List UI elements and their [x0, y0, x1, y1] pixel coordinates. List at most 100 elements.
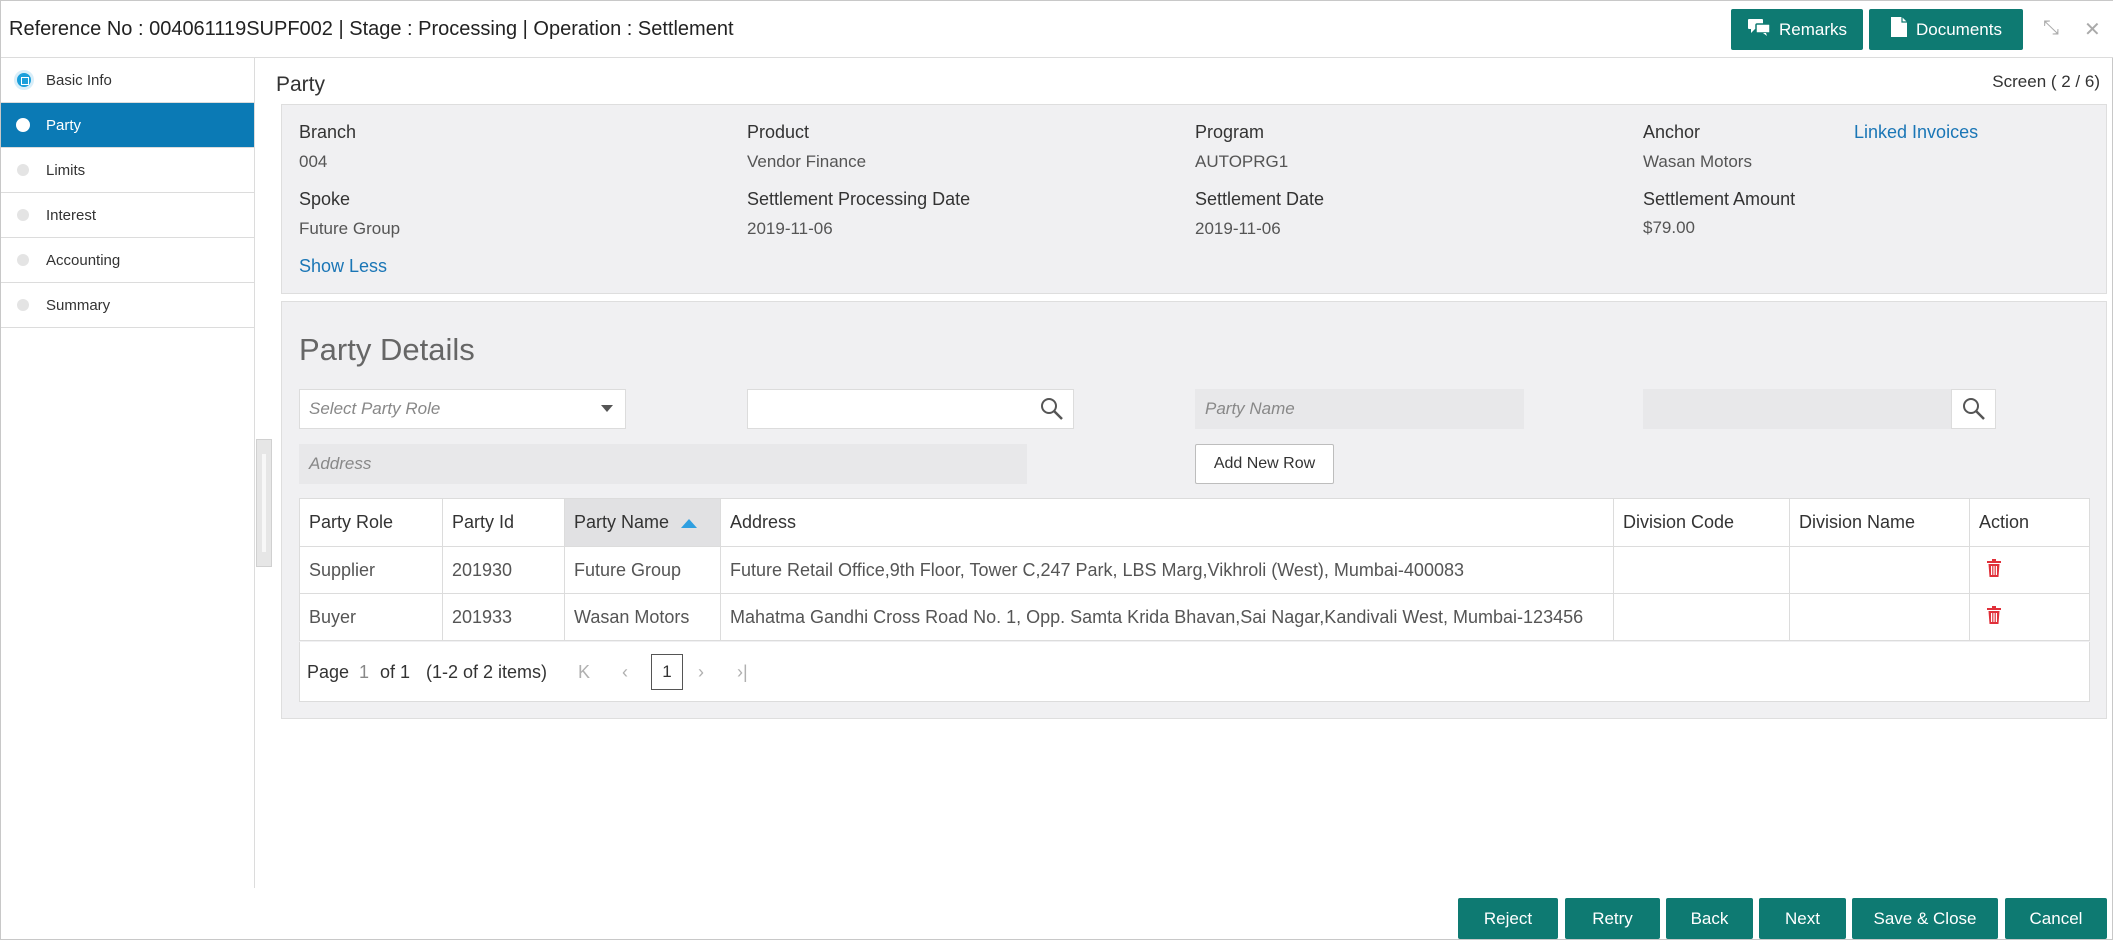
column-header-party-role[interactable]: Party Role — [299, 498, 443, 547]
delete-icon[interactable] — [1987, 558, 2001, 577]
add-new-row-button[interactable]: Add New Row — [1195, 444, 1334, 484]
sidebar-item-limits[interactable]: Limits — [1, 148, 254, 193]
party-role-placeholder: Select Party Role — [309, 399, 441, 418]
items-summary: (1-2 of 2 items) — [426, 662, 548, 682]
prev-page-icon[interactable]: ‹ — [622, 662, 628, 683]
table-row[interactable]: Supplier 201930 Future Group Future Reta… — [299, 546, 2090, 594]
party-id-input[interactable] — [747, 389, 1074, 429]
party-details-title: Party Details — [299, 332, 475, 367]
back-button[interactable]: Back — [1666, 898, 1753, 939]
settlement-processing-date-label: Settlement Processing Date — [747, 189, 971, 209]
first-page-icon[interactable]: K — [578, 662, 590, 683]
cell-party-id: 201930 — [442, 546, 565, 594]
step-icon — [14, 70, 34, 90]
sidebar-item-label: Accounting — [46, 251, 121, 269]
party-name-placeholder: Party Name — [1205, 399, 1295, 418]
sidebar-item-label: Summary — [46, 296, 111, 314]
sidebar-item-label: Basic Info — [46, 71, 112, 89]
sidebar-item-party[interactable]: Party — [1, 103, 254, 148]
settlement-amount-value: $79.00 — [1643, 218, 1695, 237]
document-icon — [1890, 16, 1908, 43]
page-of-label: of 1 — [380, 662, 411, 682]
search-icon — [1963, 398, 1985, 420]
cell-party-name: Future Group — [564, 546, 721, 594]
show-less-link[interactable]: Show Less — [299, 256, 387, 277]
page-label: Page — [307, 662, 350, 682]
cell-party-role: Supplier — [299, 546, 443, 594]
next-button[interactable]: Next — [1759, 898, 1846, 939]
sidebar-item-accounting[interactable]: Accounting — [1, 238, 254, 283]
party-lookup-field — [1643, 389, 1951, 429]
close-icon[interactable]: ✕ — [2084, 17, 2101, 42]
documents-label: Documents — [1916, 19, 2002, 39]
sort-ascending-icon — [681, 518, 698, 528]
program-label: Program — [1195, 122, 1265, 142]
linked-invoices-link[interactable]: Linked Invoices — [1854, 122, 1978, 143]
save-close-button[interactable]: Save & Close — [1852, 898, 1998, 939]
current-page-value: 1 — [359, 662, 370, 682]
settlement-date-label: Settlement Date — [1195, 189, 1325, 209]
sidebar-item-interest[interactable]: Interest — [1, 193, 254, 238]
column-header-party-name[interactable]: Party Name — [564, 498, 721, 547]
app-window: Reference No : 004061119SUPF002 | Stage … — [0, 0, 2113, 940]
product-value: Vendor Finance — [747, 152, 867, 171]
column-header-party-id[interactable]: Party Id — [442, 498, 565, 547]
retry-button[interactable]: Retry — [1565, 898, 1660, 939]
chevron-down-icon — [601, 405, 613, 412]
step-icon — [17, 164, 29, 176]
screen-counter: Screen ( 2 / 6) — [1992, 72, 2100, 91]
sidebar-item-label: Interest — [46, 206, 97, 224]
address-placeholder: Address — [309, 454, 372, 473]
program-value: AUTOPRG1 — [1195, 152, 1289, 171]
party-role-select[interactable]: Select Party Role — [299, 389, 626, 429]
settlement-date-value: 2019-11-06 — [1195, 219, 1281, 238]
header-bar: Reference No : 004061119SUPF002 | Stage … — [1, 1, 2113, 58]
pagination-bar: Page 1 of 1 (1-2 of 2 items) K ‹ 1 › ›| — [299, 642, 2090, 702]
column-header-address[interactable]: Address — [720, 498, 1614, 547]
search-icon[interactable] — [1039, 396, 1065, 422]
next-page-icon[interactable]: › — [698, 662, 704, 683]
spoke-label: Spoke — [299, 189, 351, 209]
cell-action — [1969, 546, 2090, 594]
branch-value: 004 — [299, 152, 328, 171]
column-header-division-name[interactable]: Division Name — [1789, 498, 1970, 547]
table-row[interactable]: Buyer 201933 Wasan Motors Mahatma Gandhi… — [299, 593, 2090, 641]
spoke-value: Future Group — [299, 219, 401, 238]
page-title: Reference No : 004061119SUPF002 | Stage … — [9, 18, 734, 40]
column-header-label: Party Name — [574, 512, 670, 532]
cell-party-id: 201933 — [442, 593, 565, 641]
delete-icon[interactable] — [1987, 605, 2001, 624]
party-lookup-button[interactable] — [1951, 389, 1996, 429]
summary-panel — [281, 104, 2107, 294]
cancel-button[interactable]: Cancel — [2005, 898, 2107, 939]
page-number-button[interactable]: 1 — [651, 654, 683, 690]
sidebar-item-label: Party — [46, 116, 82, 134]
cell-division-code — [1613, 546, 1790, 594]
sidebar-item-summary[interactable]: Summary — [1, 283, 254, 328]
cell-party-name: Wasan Motors — [564, 593, 721, 641]
settlement-processing-date-value: 2019-11-06 — [747, 219, 833, 238]
sidebar-item-label: Limits — [46, 161, 86, 179]
settlement-amount-label: Settlement Amount — [1643, 189, 1796, 209]
column-header-division-code[interactable]: Division Code — [1613, 498, 1790, 547]
step-icon — [16, 118, 30, 132]
documents-button[interactable]: Documents — [1869, 9, 2023, 50]
cell-address: Mahatma Gandhi Cross Road No. 1, Opp. Sa… — [720, 593, 1614, 641]
section-title: Party — [276, 73, 326, 96]
product-label: Product — [747, 122, 810, 142]
panel-splitter[interactable] — [256, 439, 272, 567]
minimize-icon[interactable]: ⤡ — [2043, 17, 2059, 40]
anchor-label: Anchor — [1643, 122, 1701, 142]
reject-button[interactable]: Reject — [1458, 898, 1558, 939]
column-header-action: Action — [1969, 498, 2090, 547]
remarks-button[interactable]: Remarks — [1731, 9, 1863, 50]
step-icon — [17, 299, 29, 311]
party-name-field: Party Name — [1195, 389, 1524, 429]
sidebar-item-basic-info[interactable]: Basic Info — [1, 58, 254, 103]
cell-division-code — [1613, 593, 1790, 641]
sidebar: Basic Info Party Limits Interest Account… — [1, 58, 255, 888]
cell-party-role: Buyer — [299, 593, 443, 641]
cell-division-name — [1789, 546, 1970, 594]
last-page-icon[interactable]: ›| — [737, 662, 748, 683]
cell-address: Future Retail Office,9th Floor, Tower C,… — [720, 546, 1614, 594]
